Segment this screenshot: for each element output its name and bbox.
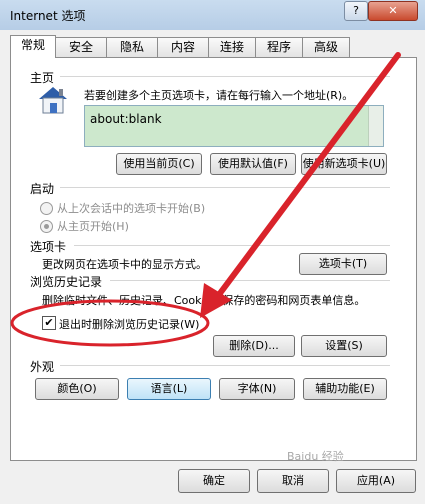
use-default-button[interactable]: 使用默认值(F) <box>210 153 296 175</box>
appearance-section-label: 外观 <box>30 360 55 374</box>
home-url-textarea[interactable]: about:blank <box>84 105 384 147</box>
window-title: Internet 选项 <box>10 9 86 23</box>
help-button[interactable]: ? <box>344 1 368 21</box>
use-current-button[interactable]: 使用当前页(C) <box>116 153 202 175</box>
cancel-button[interactable]: 取消 <box>257 469 329 493</box>
home-description: 若要创建多个主页选项卡，请在每行输入一个地址(R)。 <box>84 89 354 102</box>
startup-section-label: 启动 <box>30 182 55 196</box>
title-bar: Internet 选项 ? ✕ <box>0 0 425 31</box>
tabs-section-label: 选项卡 <box>30 240 67 254</box>
tabs-settings-button[interactable]: 选项卡(T) <box>299 253 387 275</box>
delete-on-exit-checkbox[interactable]: ✔ <box>42 316 56 330</box>
tab-security[interactable]: 安全 <box>55 37 107 57</box>
use-new-tab-button[interactable]: 使用新选项卡(U) <box>301 153 387 175</box>
divider <box>110 280 390 281</box>
tabs-description: 更改网页在选项卡中的显示方式。 <box>42 258 207 271</box>
home-url-value: about:blank <box>90 112 162 126</box>
history-section-label: 浏览历史记录 <box>30 275 103 289</box>
fonts-button[interactable]: 字体(N) <box>219 378 295 400</box>
textarea-scrollbar[interactable] <box>368 106 383 146</box>
languages-button[interactable]: 语言(L) <box>127 378 211 400</box>
divider <box>60 365 390 366</box>
house-icon <box>39 87 67 114</box>
tab-general[interactable]: 常规 <box>10 35 56 58</box>
accessibility-button[interactable]: 辅助功能(E) <box>303 378 387 400</box>
delete-on-exit-label: 退出时删除浏览历史记录(W) <box>59 318 200 331</box>
watermark: Baidu 经验 <box>287 450 344 463</box>
apply-button[interactable]: 应用(A) <box>336 469 416 493</box>
tab-advanced[interactable]: 高级 <box>302 37 350 57</box>
divider <box>74 245 390 246</box>
divider <box>60 76 390 77</box>
tab-programs[interactable]: 程序 <box>255 37 303 57</box>
history-settings-button[interactable]: 设置(S) <box>301 335 387 357</box>
radio-last-session[interactable] <box>40 202 53 215</box>
tab-privacy[interactable]: 隐私 <box>106 37 158 57</box>
divider <box>60 187 390 188</box>
history-description: 删除临时文件、历史记录、Cookie、保存的密码和网页表单信息。 <box>42 294 366 307</box>
tab-content[interactable]: 内容 <box>157 37 209 57</box>
close-button[interactable]: ✕ <box>368 1 418 21</box>
tab-connections[interactable]: 连接 <box>208 37 256 57</box>
colors-button[interactable]: 颜色(O) <box>35 378 119 400</box>
radio-last-session-label: 从上次会话中的选项卡开始(B) <box>57 202 206 215</box>
radio-home-page-label: 从主页开始(H) <box>57 220 129 233</box>
ok-button[interactable]: 确定 <box>178 469 250 493</box>
radio-home-page[interactable] <box>40 220 53 233</box>
delete-history-button[interactable]: 删除(D)... <box>213 335 295 357</box>
